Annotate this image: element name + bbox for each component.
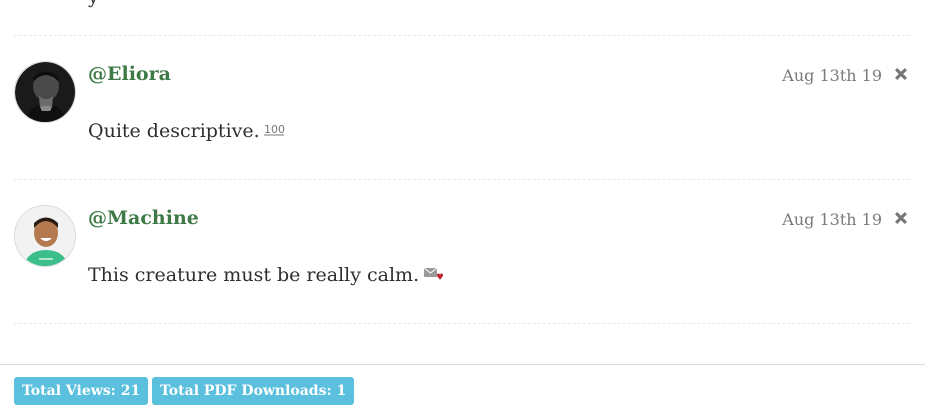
comment-item: @Machine Aug 13th 19 This creature must … (0, 205, 925, 345)
comment-text: Quite descriptive. (88, 120, 260, 142)
avatar[interactable] (14, 205, 76, 267)
comment-body: Quite descriptive. 100 (88, 120, 285, 142)
hundred-points-icon: 100 (263, 123, 285, 136)
previous-comment-fragment: y (88, 0, 99, 8)
avatar[interactable] (14, 61, 76, 123)
comment-date: Aug 13th 19 (782, 66, 882, 85)
user-photo-icon (15, 206, 75, 266)
comment-item: @Eliora Aug 13th 19 Quite descriptive. 1… (0, 61, 925, 201)
comment-divider (14, 179, 910, 180)
comment-date: Aug 13th 19 (782, 210, 882, 229)
comment-text: This creature must be really calm. (88, 264, 420, 286)
username-link[interactable]: @Eliora (88, 63, 171, 85)
comment-divider (14, 35, 910, 36)
total-pdf-downloads-badge: Total PDF Downloads: 1 (152, 377, 355, 405)
close-icon[interactable] (892, 209, 910, 227)
close-icon[interactable] (892, 65, 910, 83)
username-link[interactable]: @Machine (88, 207, 199, 229)
comment-body: This creature must be really calm. (88, 264, 444, 286)
user-photo-icon (15, 62, 75, 122)
total-views-badge: Total Views: 21 (14, 377, 149, 405)
svg-text:100: 100 (264, 123, 285, 136)
comment-divider (14, 323, 910, 324)
footer-divider (0, 364, 925, 365)
love-letter-icon (423, 267, 444, 280)
